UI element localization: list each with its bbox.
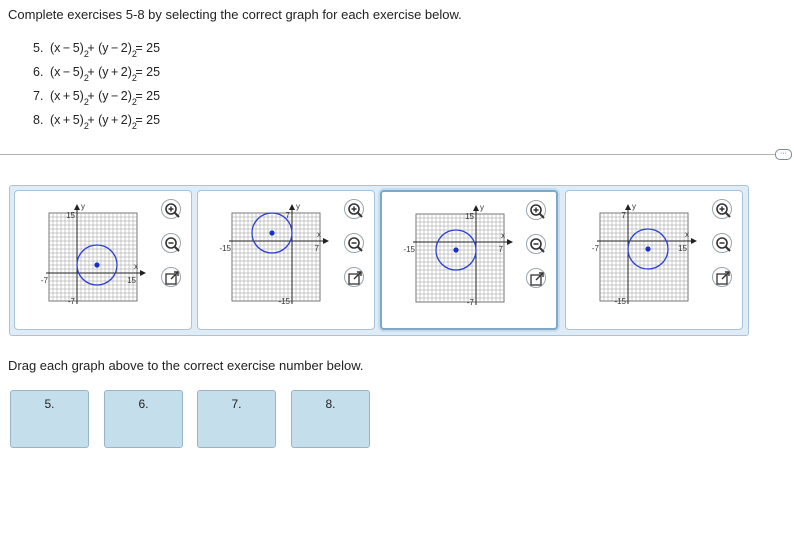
- graph-plot: 15 -7 -7 15 x y: [41, 202, 146, 306]
- instructions: Complete exercises 5-8 by selecting the …: [8, 7, 462, 22]
- tick-label-bottom: -15: [614, 297, 626, 306]
- exercise-list: 5. (x − 5) + (y − 2) = 25 6. (x − 5) + (y …: [33, 36, 161, 138]
- exercise-8: 8. (x + 5) + (y + 2) = 25: [33, 113, 161, 138]
- center-point: [453, 247, 459, 253]
- zoom-out-icon[interactable]: [712, 233, 732, 253]
- expand-icon[interactable]: [526, 268, 546, 288]
- center-point: [645, 246, 651, 252]
- tick-label-bottom: -7: [68, 297, 76, 306]
- zoom-out-icon[interactable]: [344, 233, 364, 253]
- center-point: [269, 230, 275, 236]
- graph-card-4[interactable]: 7 -15 -7 15 x y: [565, 190, 743, 330]
- y-axis-label: y: [632, 202, 636, 211]
- exercise-5: 5. (x − 5) + (y − 2) = 25: [33, 41, 161, 66]
- tick-label-right: 15: [678, 244, 687, 253]
- ellipsis-icon[interactable]: ···: [775, 149, 792, 160]
- tick-label-left: -15: [403, 245, 415, 254]
- tick-label-right: 7: [315, 244, 320, 253]
- drop-target-5[interactable]: 5.: [10, 390, 89, 448]
- x-axis-label: x: [685, 230, 689, 239]
- zoom-in-icon[interactable]: [526, 200, 546, 220]
- x-axis-label: x: [501, 231, 505, 240]
- tick-label-top: 7: [622, 211, 627, 220]
- tick-label-top: 7: [286, 211, 291, 220]
- expand-icon[interactable]: [712, 267, 732, 287]
- drop-target-6[interactable]: 6.: [104, 390, 183, 448]
- y-axis-label: y: [296, 202, 300, 211]
- graph-card-3[interactable]: 15 -7 -15 7 x y: [380, 190, 558, 330]
- drop-target-8[interactable]: 8.: [291, 390, 370, 448]
- graph-card-2[interactable]: 7 -15 -15 7 x y: [197, 190, 375, 330]
- tick-label-left: -7: [592, 244, 600, 253]
- expand-icon[interactable]: [161, 267, 181, 287]
- tick-label-top: 15: [465, 212, 474, 221]
- zoom-out-icon[interactable]: [526, 234, 546, 254]
- exercise-6: 6. (x − 5) + (y + 2) = 25: [33, 65, 161, 90]
- tick-label-top: 15: [66, 211, 75, 220]
- expand-icon[interactable]: [344, 267, 364, 287]
- x-axis-label: x: [317, 230, 321, 239]
- graph-tray: 15 -7 -7 15 x y 7 -15 -15 7 x y 15 -7 -15 7 x y 7 -15 -7 1…: [9, 185, 749, 336]
- drop-target-7[interactable]: 7.: [197, 390, 276, 448]
- x-axis-label: x: [134, 262, 138, 271]
- zoom-in-icon[interactable]: [712, 199, 732, 219]
- tick-label-right: 15: [127, 276, 136, 285]
- drag-instructions: Drag each graph above to the correct exe…: [8, 358, 364, 373]
- graph-card-1[interactable]: 15 -7 -7 15 x y: [14, 190, 192, 330]
- zoom-out-icon[interactable]: [161, 233, 181, 253]
- tick-label-bottom: -15: [278, 297, 290, 306]
- graph-plot: 7 -15 -7 15 x y: [592, 202, 697, 306]
- divider: [0, 154, 780, 155]
- tick-label-left: -15: [219, 244, 231, 253]
- center-point: [94, 262, 100, 268]
- zoom-in-icon[interactable]: [344, 199, 364, 219]
- y-axis-label: y: [480, 203, 484, 212]
- tick-label-bottom: -7: [467, 298, 475, 307]
- exercise-7: 7. (x + 5) + (y − 2) = 25: [33, 89, 161, 114]
- graph-plot: 15 -7 -15 7 x y: [403, 203, 513, 307]
- tick-label-left: -7: [41, 276, 49, 285]
- tick-label-right: 7: [499, 245, 504, 254]
- graph-plot: 7 -15 -15 7 x y: [219, 202, 329, 306]
- y-axis-label: y: [81, 202, 85, 211]
- zoom-in-icon[interactable]: [161, 199, 181, 219]
